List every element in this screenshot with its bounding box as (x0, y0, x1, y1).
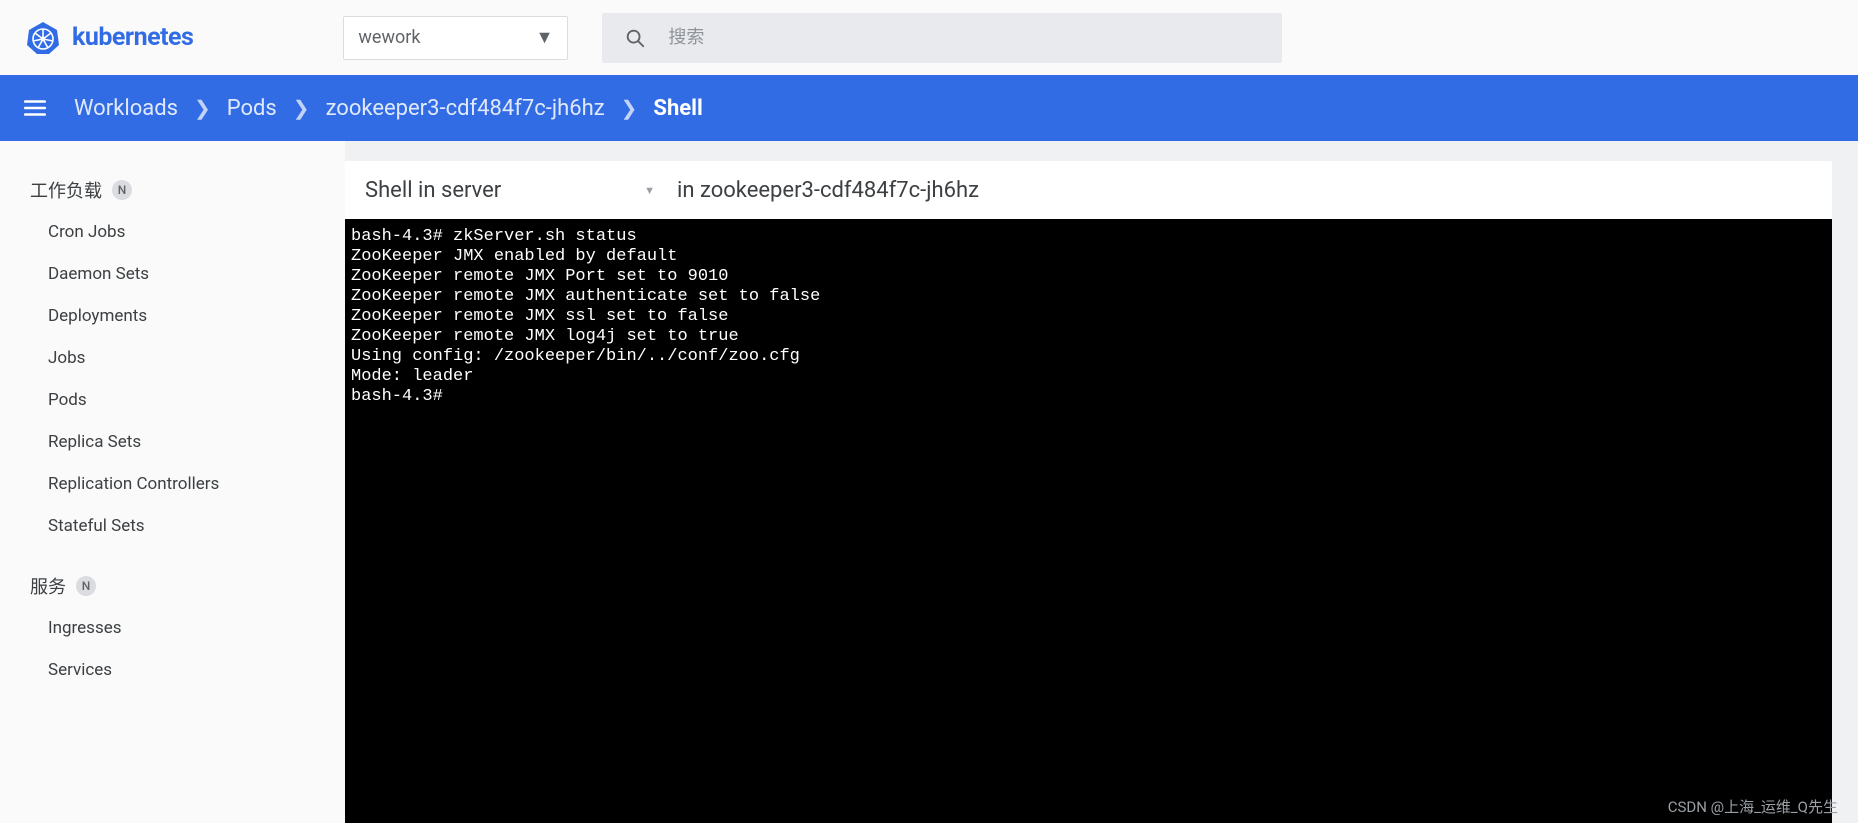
sidebar-item-jobs[interactable]: Jobs (30, 337, 333, 379)
container-select-value: Shell in server (365, 178, 501, 203)
sidebar-group-title[interactable]: 服务 N (30, 565, 333, 607)
namespace-badge: N (76, 576, 96, 596)
main-content: Shell in server ▼ in zookeeper3-cdf484f7… (345, 141, 1858, 823)
container-select[interactable]: Shell in server ▼ (365, 178, 665, 203)
search-box[interactable] (602, 13, 1282, 63)
sidebar-item-replicasets[interactable]: Replica Sets (30, 421, 333, 463)
sidebar-group-label: 工作负载 (30, 177, 102, 203)
chevron-right-icon: ❯ (621, 96, 638, 120)
sidebar-group-label: 服务 (30, 573, 66, 599)
sidebar: 工作负载 N Cron Jobs Daemon Sets Deployments… (0, 141, 345, 823)
sidebar-item-statefulsets[interactable]: Stateful Sets (30, 505, 333, 547)
shell-pod-label: in zookeeper3-cdf484f7c-jh6hz (677, 178, 979, 203)
sidebar-item-services[interactable]: Services (30, 649, 333, 691)
logo-text: kubernetes (72, 23, 193, 52)
breadcrumb-bar: Workloads ❯ Pods ❯ zookeeper3-cdf484f7c-… (0, 75, 1858, 141)
menu-button[interactable] (22, 95, 48, 121)
terminal[interactable]: bash-4.3# zkServer.sh status ZooKeeper J… (345, 219, 1832, 823)
hamburger-icon (22, 95, 48, 121)
namespace-selected-value: wework (358, 27, 420, 48)
sidebar-item-cronjobs[interactable]: Cron Jobs (30, 211, 333, 253)
breadcrumb-link-workloads[interactable]: Workloads (74, 96, 178, 121)
sidebar-item-pods[interactable]: Pods (30, 379, 333, 421)
sidebar-item-daemonsets[interactable]: Daemon Sets (30, 253, 333, 295)
chevron-right-icon: ❯ (293, 96, 310, 120)
sidebar-group-title[interactable]: 工作负载 N (30, 169, 333, 211)
shell-header: Shell in server ▼ in zookeeper3-cdf484f7… (345, 161, 1832, 219)
search-input[interactable] (668, 27, 1260, 48)
logo[interactable]: kubernetes (26, 21, 193, 55)
search-icon (624, 27, 646, 49)
top-bar: kubernetes wework ▼ (0, 0, 1858, 75)
kubernetes-logo-icon (26, 21, 60, 55)
namespace-select[interactable]: wework ▼ (343, 16, 568, 60)
sidebar-group-services: 服务 N Ingresses Services (30, 565, 333, 691)
sidebar-group-workloads: 工作负载 N Cron Jobs Daemon Sets Deployments… (30, 169, 333, 547)
sidebar-item-ingresses[interactable]: Ingresses (30, 607, 333, 649)
chevron-down-icon: ▼ (536, 27, 554, 48)
sidebar-item-deployments[interactable]: Deployments (30, 295, 333, 337)
sidebar-item-replicationcontrollers[interactable]: Replication Controllers (30, 463, 333, 505)
chevron-down-icon: ▼ (644, 184, 655, 197)
watermark: CSDN @上海_运维_Q先生 (1668, 796, 1838, 817)
breadcrumb-link-pod[interactable]: zookeeper3-cdf484f7c-jh6hz (326, 96, 605, 121)
chevron-right-icon: ❯ (194, 96, 211, 120)
breadcrumb-link-pods[interactable]: Pods (227, 96, 277, 121)
breadcrumb-current: Shell (653, 96, 702, 121)
namespace-badge: N (112, 180, 132, 200)
